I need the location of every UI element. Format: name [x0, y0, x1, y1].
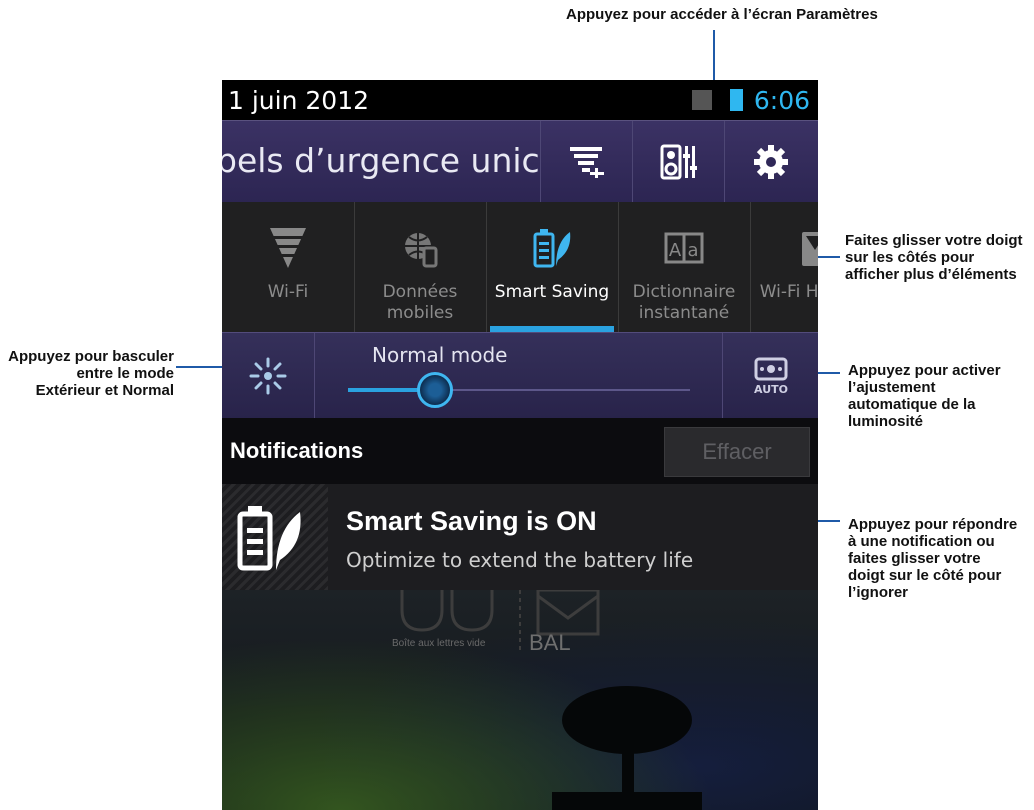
panel-header: pels d’urgence unic — [222, 120, 818, 204]
smart-saving-icon — [533, 229, 571, 268]
auto-label: AUTO — [754, 383, 788, 396]
speaker-equalizer-icon — [660, 144, 697, 180]
callout-notification: Appuyez pour répondre à une notification… — [848, 516, 1018, 601]
auto-brightness-icon: AUTO — [754, 357, 788, 396]
notifications-header: Notifications Effacer — [222, 418, 818, 484]
callout-settings: Appuyez pour accéder à l’écran Paramètre… — [566, 6, 878, 23]
tile-smart-saving-label: Smart Saving — [494, 282, 610, 302]
home-screen-background: Boîte aux lettres vide BAL — [222, 590, 818, 810]
tile-hotspot[interactable]: Wi-Fi Hotspot — [750, 202, 818, 332]
callout-mode-line — [176, 366, 228, 368]
tile-mobile-data[interactable]: Données mobiles — [354, 202, 487, 332]
tile-smart-saving[interactable]: Smart Saving — [486, 202, 619, 332]
outdoor-mode-toggle[interactable] — [222, 333, 315, 419]
brightness-slider-thumb[interactable] — [416, 372, 453, 408]
list-filter-icon — [570, 147, 604, 178]
callout-auto: Appuyez pour activer l’ajustement automa… — [848, 362, 1001, 430]
status-time: 6:06 — [753, 86, 810, 115]
clear-button[interactable]: Effacer — [664, 427, 810, 477]
dictionary-icon: A a — [664, 232, 704, 264]
tile-wifi[interactable]: Wi-Fi — [222, 202, 355, 332]
hotspot-icon — [802, 232, 818, 266]
operator-marquee: pels d’urgence unic — [222, 141, 540, 180]
status-bar: 1 juin 2012 6:06 — [222, 80, 818, 120]
tile-hotspot-label: Wi-Fi Hotspot — [759, 282, 818, 302]
brightness-mode-label: Normal mode — [372, 343, 508, 367]
phone-screen: 1 juin 2012 6:06 pels d’urgence unic Wi-… — [222, 80, 818, 810]
gear-icon — [754, 145, 788, 179]
notification-body: Optimize to extend the battery life — [346, 548, 694, 572]
svg-text:a: a — [687, 240, 698, 261]
brightness-panel: Normal mode AUTO — [222, 332, 818, 420]
callout-mode: Appuyez pour basculer entre le mode Exté… — [8, 348, 174, 399]
smart-saving-notification-icon — [237, 506, 301, 571]
status-date: 1 juin 2012 — [228, 86, 370, 115]
notification-item[interactable]: Smart Saving is ON Optimize to extend th… — [222, 484, 818, 590]
quick-settings-row: Wi-Fi Données mobiles Smart Saving A a D… — [222, 202, 818, 332]
tree-silhouette — [552, 686, 702, 810]
tile-wifi-label: Wi-Fi — [267, 282, 309, 302]
mail-app-label: BAL — [529, 630, 571, 655]
tile-mobile-data-label: Données mobiles — [382, 282, 458, 323]
operator-text: pels d’urgence unic — [222, 121, 540, 203]
wifi-icon — [270, 228, 306, 268]
no-sim-icon — [692, 90, 712, 110]
battery-icon — [730, 89, 743, 111]
auto-brightness-button[interactable]: AUTO — [722, 333, 818, 419]
callout-settings-line — [713, 30, 715, 80]
tile-dictionary-label: Dictionnaire instantané — [632, 282, 736, 323]
settings-button[interactable] — [724, 121, 817, 203]
brightness-slider[interactable] — [348, 372, 690, 408]
notifications-title: Notifications — [230, 438, 364, 463]
sun-icon — [249, 357, 287, 395]
notification-title: Smart Saving is ON — [346, 506, 597, 536]
mail-empty-label: Boîte aux lettres vide — [392, 638, 486, 649]
svg-text:A: A — [669, 240, 682, 261]
notification-icon-area — [222, 484, 328, 590]
callout-swipe: Faites glisser votre doigt sur les côtés… — [845, 232, 1023, 283]
mobile-data-icon — [405, 233, 438, 268]
tile-dictionary[interactable]: A a Dictionnaire instantané — [618, 202, 751, 332]
quick-settings-edit-button[interactable] — [540, 121, 633, 203]
audio-wizard-button[interactable] — [632, 121, 725, 203]
